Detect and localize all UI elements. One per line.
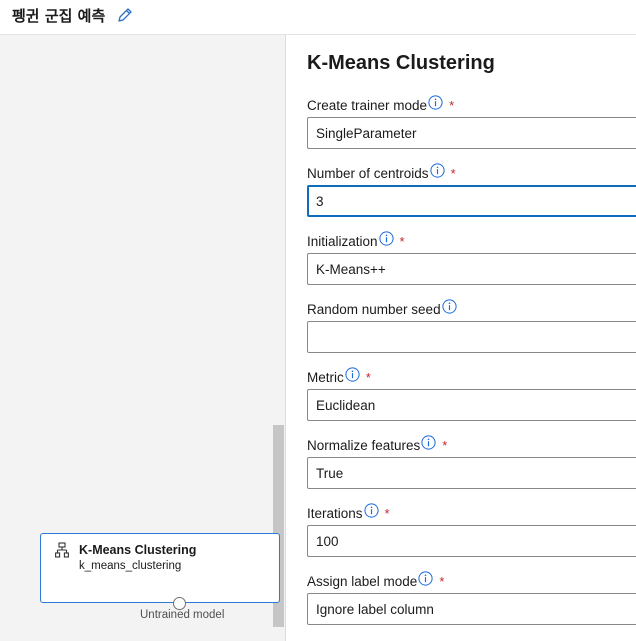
required-asterisk: * bbox=[449, 97, 455, 113]
module-hierarchy-icon bbox=[55, 542, 69, 558]
param-label: Iterations * bbox=[307, 502, 390, 523]
param-label: Metric * bbox=[307, 366, 371, 387]
param-label: Number of centroids * bbox=[307, 162, 456, 183]
info-icon[interactable] bbox=[428, 94, 443, 110]
info-icon[interactable] bbox=[418, 570, 433, 586]
info-icon[interactable] bbox=[429, 162, 445, 178]
module-name: K-Means Clustering bbox=[79, 543, 197, 557]
param-label-text: Iterations bbox=[307, 505, 363, 521]
assign-label-mode-dropdown[interactable]: Ignore label column bbox=[307, 593, 636, 625]
param-label-text: Metric bbox=[307, 369, 344, 385]
info-icon[interactable] bbox=[421, 434, 436, 450]
param-label-text: Number of centroids bbox=[307, 165, 429, 181]
designer-canvas[interactable]: K-Means Clustering k_means_clustering Un… bbox=[0, 35, 285, 641]
output-port-label: Untrained model bbox=[140, 609, 225, 621]
param-label: Random number seed bbox=[307, 298, 457, 319]
panel-title: K-Means Clustering bbox=[307, 52, 495, 74]
param-label-text: Random number seed bbox=[307, 301, 441, 317]
param-label: Create trainer mode * bbox=[307, 94, 455, 115]
top-bar: 펭귄 군집 예측 bbox=[0, 0, 636, 35]
module-properties-panel: K-Means Clustering Create trainer mode *… bbox=[285, 35, 636, 641]
param-label: Normalize features * bbox=[307, 434, 448, 455]
param-label: Initialization * bbox=[307, 230, 405, 251]
info-icon[interactable] bbox=[345, 366, 360, 382]
pencil-edit-icon[interactable] bbox=[116, 6, 134, 24]
module-node-k-means-clustering[interactable]: K-Means Clustering k_means_clustering bbox=[40, 533, 280, 603]
required-asterisk: * bbox=[442, 437, 448, 453]
create-trainer-mode-dropdown[interactable]: SingleParameter bbox=[307, 117, 636, 149]
pipeline-title: 펭귄 군집 예측 bbox=[12, 7, 106, 25]
param-label-text: Assign label mode bbox=[307, 573, 418, 589]
info-icon[interactable] bbox=[363, 502, 379, 518]
info-icon[interactable] bbox=[441, 298, 457, 314]
required-asterisk: * bbox=[365, 369, 371, 385]
param-label-text: Initialization bbox=[307, 233, 378, 249]
required-asterisk: * bbox=[439, 573, 445, 589]
required-asterisk: * bbox=[399, 233, 405, 249]
param-label-text: Normalize features bbox=[307, 437, 421, 453]
number-of-centroids-input[interactable]: 3 bbox=[307, 185, 636, 217]
info-icon[interactable] bbox=[378, 230, 394, 246]
initialization-dropdown[interactable]: K-Means++ bbox=[307, 253, 636, 285]
normalize-features-dropdown[interactable]: True bbox=[307, 457, 636, 489]
required-asterisk: * bbox=[384, 505, 390, 521]
module-subtitle: k_means_clustering bbox=[79, 560, 182, 572]
iterations-input[interactable]: 100 bbox=[307, 525, 636, 557]
random-number-seed-input[interactable] bbox=[307, 321, 636, 353]
param-label: Assign label mode * bbox=[307, 570, 445, 591]
required-asterisk: * bbox=[450, 165, 456, 181]
param-label-text: Create trainer mode bbox=[307, 97, 428, 113]
metric-dropdown[interactable]: Euclidean bbox=[307, 389, 636, 421]
